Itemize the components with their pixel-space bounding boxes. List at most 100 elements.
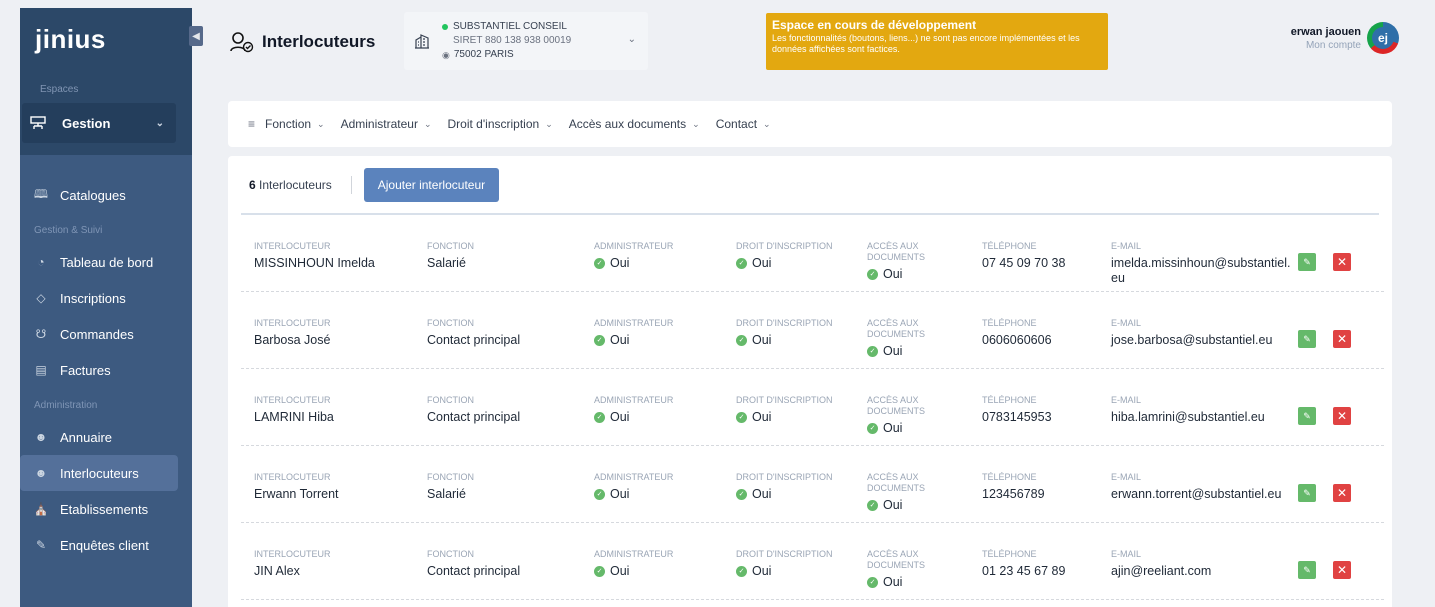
sidebar-item-factures[interactable]: ▤ Factures [20, 352, 178, 388]
edit-button[interactable]: ✎ [1298, 330, 1316, 348]
edit-button[interactable]: ✎ [1298, 561, 1316, 579]
count-label: Interlocuteurs [259, 177, 332, 192]
logo-area: jinius ◀ [20, 8, 203, 70]
panel-header: 6 Interlocuteurs Ajouter interlocuteur [228, 156, 1392, 213]
invoice-icon: ▤ [35, 363, 47, 377]
droit-status: ✓ Oui [736, 410, 833, 425]
contacts-count: 6 Interlocuteurs [249, 178, 332, 192]
filter-fonction[interactable]: Fonction ⌄ [265, 117, 325, 131]
column-label: FONCTION [427, 241, 474, 251]
sidebar-item-tableau-de-bord[interactable]: ◔ Tableau de bord [20, 244, 178, 280]
table-row: INTERLOCUTEUR Erwann Torrent FONCTION Sala… [241, 446, 1384, 523]
filter-droit-inscription[interactable]: Droit d'inscription ⌄ [448, 117, 553, 131]
acces-value: Oui [883, 575, 903, 589]
sidebar-item-label: Catalogues [60, 187, 126, 203]
filter-contact[interactable]: Contact ⌄ [716, 117, 771, 131]
sidebar-item-annuaire[interactable]: ☻ Annuaire [20, 419, 178, 455]
add-contact-button[interactable]: Ajouter interlocuteur [363, 167, 500, 202]
avatar[interactable]: ej [1367, 22, 1399, 54]
cell-administrateur: ADMINISTRATEUR ✓ Oui [594, 395, 673, 425]
users-icon: ☻ [34, 430, 48, 444]
filter-administrateur[interactable]: Administrateur ⌄ [341, 117, 432, 131]
company-selector[interactable]: SUBSTANTIEL CONSEIL SIRET 880 138 938 00… [404, 12, 648, 70]
droit-value: Oui [752, 333, 772, 347]
delete-button[interactable]: ✕ [1333, 561, 1351, 579]
contact-email: hiba.lamrini@substantiel.eu [1111, 410, 1265, 424]
filter-acces-documents[interactable]: Accès aux documents ⌄ [569, 117, 700, 131]
cell-droit-inscription: DROIT D'INSCRIPTION ✓ Oui [736, 472, 833, 502]
acces-value: Oui [883, 421, 903, 435]
collapse-sidebar-icon[interactable]: ◀ [189, 26, 203, 46]
contact-phone: 123456789 [982, 487, 1045, 501]
admin-value: Oui [610, 256, 630, 270]
acces-status: ✓ Oui [867, 498, 937, 513]
avatar-initials: ej [1372, 27, 1394, 49]
column-label: DROIT D'INSCRIPTION [736, 395, 833, 405]
user-info: erwan jaouen Mon compte [1291, 26, 1361, 51]
location-pin-icon: ◉ [442, 50, 450, 60]
cell-acces-documents: ACCÈS AUX DOCUMENTS ✓ Oui [867, 318, 937, 359]
table-row: INTERLOCUTEUR LAMRINI Hiba FONCTION Contac… [241, 369, 1384, 446]
cell-interlocuteur: INTERLOCUTEUR JIN Alex [254, 549, 331, 579]
delete-button[interactable]: ✕ [1333, 330, 1351, 348]
cell-droit-inscription: DROIT D'INSCRIPTION ✓ Oui [736, 318, 833, 348]
acces-status: ✓ Oui [867, 421, 937, 436]
filter-label: Droit d'inscription [447, 117, 540, 131]
pencil-icon: ✎ [1303, 564, 1311, 575]
contact-phone: 0606060606 [982, 333, 1052, 347]
building-icon [415, 34, 429, 49]
droit-status: ✓ Oui [736, 487, 833, 502]
sidebar-item-catalogues[interactable]: 🕮 Catalogues [20, 177, 178, 213]
edit-button[interactable]: ✎ [1298, 253, 1316, 271]
column-label: INTERLOCUTEUR [254, 549, 331, 559]
cell-droit-inscription: DROIT D'INSCRIPTION ✓ Oui [736, 549, 833, 579]
admin-value: Oui [610, 487, 630, 501]
edit-button[interactable]: ✎ [1298, 407, 1316, 425]
cell-email: E-MAIL hiba.lamrini@substantiel.eu [1111, 395, 1296, 425]
company-address-text: 75002 PARIS [453, 49, 514, 60]
cell-email: E-MAIL jose.barbosa@substantiel.eu [1111, 318, 1296, 348]
app-logo[interactable]: jinius [35, 24, 106, 55]
delete-button[interactable]: ✕ [1333, 253, 1351, 271]
acces-status: ✓ Oui [867, 344, 937, 359]
check-circle-icon: ✓ [867, 577, 878, 588]
page-title: Interlocuteurs [262, 32, 376, 51]
cell-interlocuteur: INTERLOCUTEUR MISSINHOUN Imelda [254, 241, 375, 271]
edit-button[interactable]: ✎ [1298, 484, 1316, 502]
sidebar-item-interlocuteurs[interactable]: ☻ Interlocuteurs [20, 455, 178, 491]
droit-status: ✓ Oui [736, 256, 833, 271]
sidebar-item-etablissements[interactable]: ⛪ Etablissements [20, 491, 178, 527]
column-label: DROIT D'INSCRIPTION [736, 549, 833, 559]
account-link[interactable]: Mon compte [1291, 40, 1361, 51]
building-icon: ⛪ [33, 502, 49, 516]
user-menu[interactable]: erwan jaouen Mon compte ej [1291, 22, 1399, 54]
cell-acces-documents: ACCÈS AUX DOCUMENTS ✓ Oui [867, 549, 937, 590]
column-label: DROIT D'INSCRIPTION [736, 241, 833, 251]
user-name: erwan jaouen [1290, 25, 1361, 38]
contacts-icon [230, 32, 254, 53]
chevron-down-icon: ⌄ [763, 118, 771, 129]
sidebar-item-enquetes[interactable]: ✎ Enquêtes client [20, 527, 178, 563]
contact-phone: 07 45 09 70 38 [982, 256, 1066, 270]
check-circle-icon: ✓ [594, 412, 605, 423]
column-label: ACCÈS AUX DOCUMENTS [867, 318, 925, 339]
sidebar-item-inscriptions[interactable]: ◇ Inscriptions [20, 280, 178, 316]
space-selector[interactable]: Gestion ⌄ [22, 103, 176, 143]
column-label: TÉLÉPHONE [982, 241, 1037, 251]
column-label: INTERLOCUTEUR [254, 241, 331, 251]
column-label: INTERLOCUTEUR [254, 318, 331, 328]
space-selector-label: Gestion [62, 115, 111, 131]
group-label-administration: Administration [34, 400, 98, 411]
cell-droit-inscription: DROIT D'INSCRIPTION ✓ Oui [736, 395, 833, 425]
delete-button[interactable]: ✕ [1333, 407, 1351, 425]
filter-label: Accès aux documents [568, 117, 687, 131]
cell-email: E-MAIL erwann.torrent@substantiel.eu [1111, 472, 1296, 502]
chevron-down-icon: ⌄ [155, 117, 164, 129]
delete-button[interactable]: ✕ [1333, 484, 1351, 502]
cell-telephone: TÉLÉPHONE 07 45 09 70 38 [982, 241, 1065, 271]
close-icon: ✕ [1336, 563, 1348, 577]
column-label: E-MAIL [1111, 241, 1142, 251]
cell-telephone: TÉLÉPHONE 0783145953 [982, 395, 1052, 425]
company-siret: SIRET 880 138 938 00019 [453, 35, 572, 46]
sidebar-item-commandes[interactable]: ☋ Commandes [20, 316, 178, 352]
